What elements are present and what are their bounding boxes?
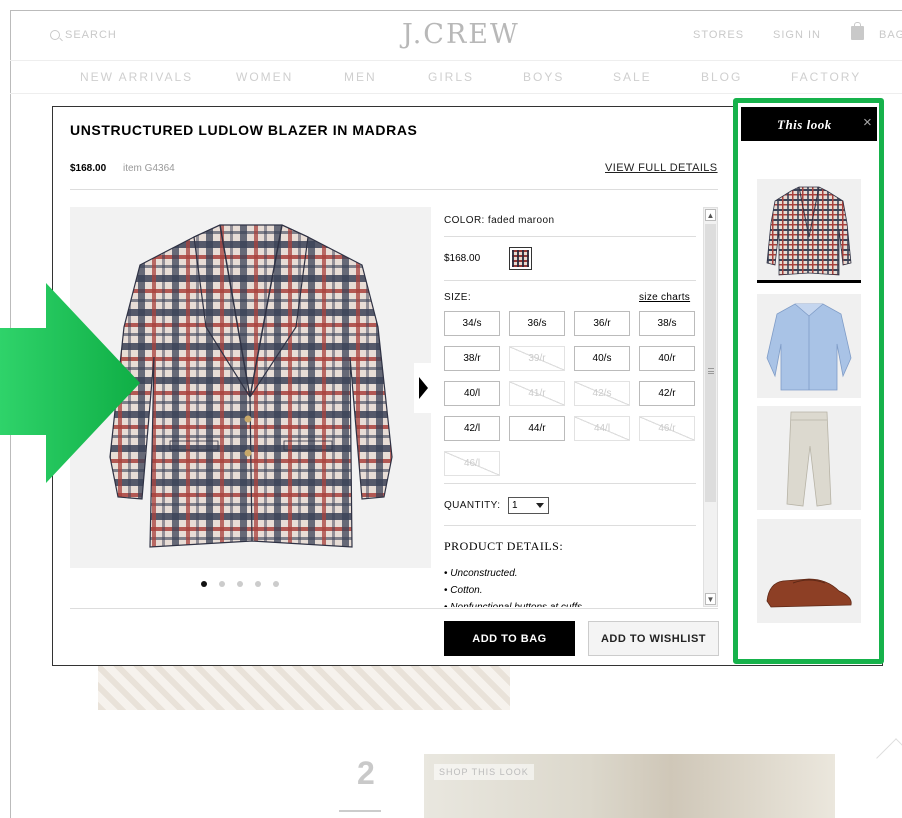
add-to-wishlist-button[interactable]: ADD TO WISHLIST bbox=[588, 621, 719, 656]
search-box[interactable]: SEARCH bbox=[50, 29, 117, 41]
close-icon[interactable]: × bbox=[863, 114, 872, 131]
size-label: SIZE: bbox=[444, 292, 472, 303]
size-charts-link[interactable]: size charts bbox=[639, 292, 690, 303]
this-look-header: This look × bbox=[741, 107, 877, 141]
add-to-bag-button[interactable]: ADD TO BAG bbox=[444, 621, 575, 656]
swatch-price: $168.00 bbox=[444, 253, 481, 264]
quantity-label: QUANTITY: bbox=[444, 500, 501, 511]
color-swatch-faded-maroon[interactable] bbox=[509, 247, 532, 270]
search-label: SEARCH bbox=[65, 29, 117, 41]
scroll-up-icon[interactable]: ▲ bbox=[705, 209, 716, 221]
size-option-38-r[interactable]: 38/r bbox=[444, 346, 500, 371]
color-label: COLOR: faded maroon bbox=[444, 215, 555, 226]
size-option-46-l: 46/l bbox=[444, 451, 500, 476]
nav-blog[interactable]: BLOG bbox=[701, 70, 742, 84]
this-look-title: This look bbox=[777, 117, 832, 132]
view-full-details-link[interactable]: VIEW FULL DETAILS bbox=[605, 162, 718, 174]
options-scrollbar[interactable]: ▲ ▼ bbox=[703, 207, 718, 607]
annotation-arrow-icon bbox=[0, 283, 140, 483]
size-option-44-l: 44/l bbox=[574, 416, 630, 441]
divider bbox=[444, 525, 696, 526]
size-option-40-r[interactable]: 40/r bbox=[639, 346, 695, 371]
size-option-41-r: 41/r bbox=[509, 381, 565, 406]
carousel-dot-3[interactable] bbox=[237, 581, 243, 587]
stores-link[interactable]: STORES bbox=[693, 29, 744, 41]
scroll-down-icon[interactable]: ▼ bbox=[705, 593, 716, 605]
site-logo[interactable]: J.CREW bbox=[402, 19, 520, 50]
size-option-42-l[interactable]: 42/l bbox=[444, 416, 500, 441]
shirt-thumbnail-icon bbox=[766, 303, 852, 391]
nav-boys[interactable]: BOYS bbox=[523, 70, 564, 84]
product-title: UNSTRUCTURED LUDLOW BLAZER IN MADRAS bbox=[70, 122, 418, 138]
product-details-heading: PRODUCT DETAILS: bbox=[444, 539, 564, 553]
site-header: SEARCH J.CREW STORES SIGN IN BAG bbox=[10, 10, 902, 62]
size-option-42-r[interactable]: 42/r bbox=[639, 381, 695, 406]
background-photo bbox=[98, 666, 510, 710]
size-option-40-l[interactable]: 40/l bbox=[444, 381, 500, 406]
detail-item: Nonfunctional buttons at cuffs. bbox=[444, 599, 585, 607]
nav-men[interactable]: MEN bbox=[344, 70, 377, 84]
product-details-list: Unconstructed. Cotton. Nonfunctional but… bbox=[444, 565, 585, 607]
size-option-46-r: 46/r bbox=[639, 416, 695, 441]
step-divider bbox=[339, 810, 381, 812]
item-number: item G4364 bbox=[123, 163, 175, 174]
size-option-42-s: 42/s bbox=[574, 381, 630, 406]
size-grid: 34/s 36/s 36/r 38/s 38/r 39/r 40/s 40/r 40/l 41/r… bbox=[444, 311, 696, 476]
divider bbox=[444, 236, 696, 237]
nav-factory[interactable]: FACTORY bbox=[791, 70, 861, 84]
carousel-dot-2[interactable] bbox=[219, 581, 225, 587]
quantity-select[interactable]: 1 bbox=[508, 497, 549, 514]
carousel-dot-5[interactable] bbox=[273, 581, 279, 587]
look-item-chinos[interactable] bbox=[757, 406, 861, 510]
divider bbox=[70, 189, 718, 190]
size-option-36-s[interactable]: 36/s bbox=[509, 311, 565, 336]
sign-in-link[interactable]: SIGN IN bbox=[773, 29, 821, 41]
grip-icon bbox=[708, 368, 714, 374]
bag-icon[interactable] bbox=[851, 22, 864, 40]
nav-new-arrivals[interactable]: NEW ARRIVALS bbox=[80, 70, 193, 84]
carousel-dot-1[interactable] bbox=[201, 581, 207, 587]
look-item-shirt[interactable] bbox=[757, 294, 861, 398]
detail-item: Unconstructed. bbox=[444, 565, 585, 582]
product-price: $168.00 bbox=[70, 163, 107, 174]
next-image-arrow[interactable] bbox=[414, 363, 432, 413]
scrollbar-thumb[interactable] bbox=[705, 224, 716, 502]
blazer-thumbnail-icon bbox=[766, 186, 852, 276]
main-nav: NEW ARRIVALS WOMEN MEN GIRLS BOYS SALE B… bbox=[10, 60, 902, 94]
product-options-panel: COLOR: faded maroon $168.00 SIZE: size c… bbox=[444, 207, 719, 607]
shop-this-look-label[interactable]: SHOP THIS LOOK bbox=[434, 764, 534, 780]
loafer-thumbnail-icon bbox=[766, 578, 852, 608]
look-item-loafers[interactable] bbox=[757, 519, 861, 623]
carousel-dot-4[interactable] bbox=[255, 581, 261, 587]
nav-sale[interactable]: SALE bbox=[613, 70, 652, 84]
size-option-36-r[interactable]: 36/r bbox=[574, 311, 630, 336]
size-option-34-s[interactable]: 34/s bbox=[444, 311, 500, 336]
detail-item: Cotton. bbox=[444, 582, 585, 599]
chinos-thumbnail-icon bbox=[786, 411, 832, 507]
look-item-blazer[interactable] bbox=[757, 179, 861, 283]
size-option-39-r: 39/r bbox=[509, 346, 565, 371]
nav-women[interactable]: WOMEN bbox=[236, 70, 293, 84]
size-option-40-s[interactable]: 40/s bbox=[574, 346, 630, 371]
look-step-number: 2 bbox=[357, 755, 375, 791]
bag-link[interactable]: BAG bbox=[879, 29, 902, 41]
this-look-panel: This look × bbox=[733, 98, 884, 664]
nav-girls[interactable]: GIRLS bbox=[428, 70, 474, 84]
divider bbox=[70, 608, 718, 609]
divider bbox=[444, 483, 696, 484]
madras-swatch-icon bbox=[512, 250, 529, 267]
divider bbox=[444, 280, 696, 281]
search-icon bbox=[50, 30, 60, 40]
image-carousel-dots bbox=[201, 581, 279, 587]
size-option-44-r[interactable]: 44/r bbox=[509, 416, 565, 441]
size-option-38-s[interactable]: 38/s bbox=[639, 311, 695, 336]
